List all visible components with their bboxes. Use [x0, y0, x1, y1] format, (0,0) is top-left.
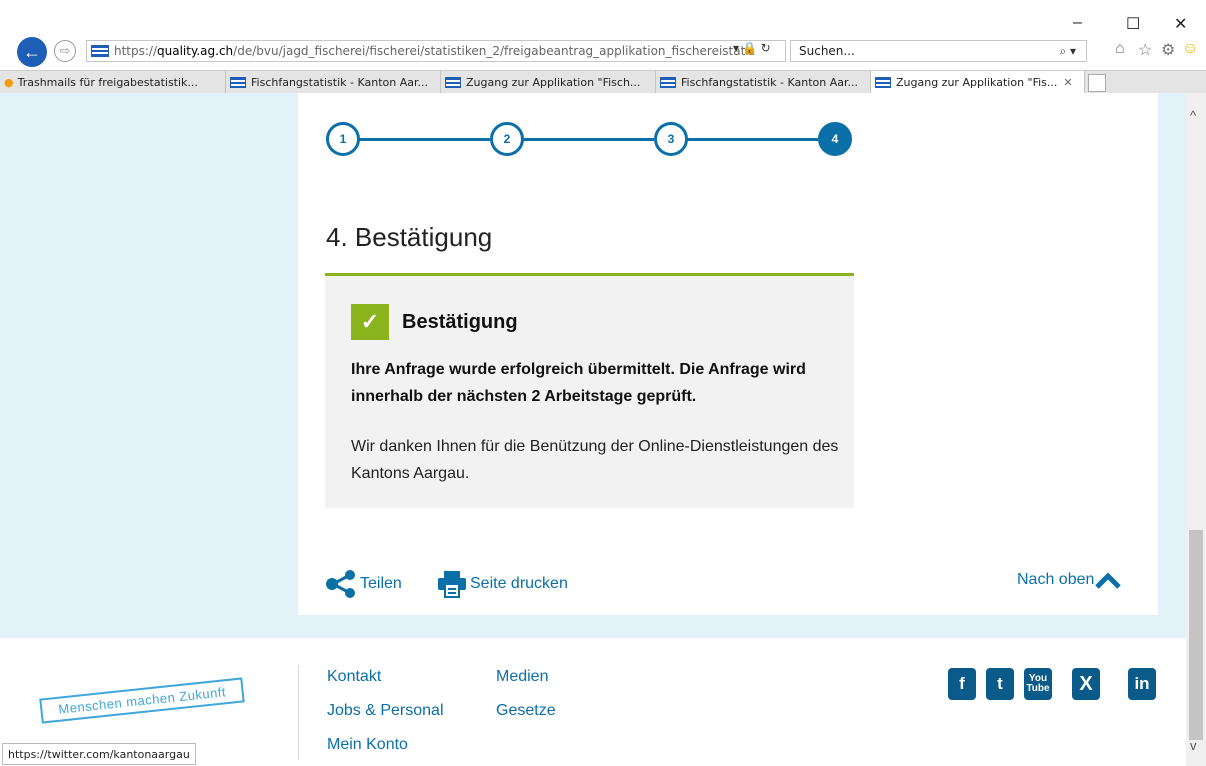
maximize-icon[interactable]: ☐: [1126, 14, 1140, 34]
url-path: /de/bvu/jagd_fischerei/fischerei/statist…: [233, 44, 755, 58]
back-to-top-label: Nach oben: [1017, 571, 1095, 588]
close-tab-icon[interactable]: ✕: [1063, 76, 1072, 89]
tab-label: Fischfangstatistik - Kanton Aar...: [681, 76, 858, 89]
page-title: 4. Bestätigung: [326, 222, 493, 252]
tab-label: Zugang zur Applikation "Fis...: [896, 76, 1058, 89]
twitter-icon[interactable]: t: [986, 668, 1014, 700]
site-icon: [91, 45, 109, 57]
back-to-top-link[interactable]: Nach oben: [1017, 570, 1122, 590]
home-icon[interactable]: ⌂: [1115, 40, 1125, 58]
footer-link-jobs[interactable]: Jobs & Personal: [327, 702, 444, 720]
lock-icon: 🔒: [742, 41, 758, 55]
tab-label: Trashmails für freigabestatistik...: [17, 76, 198, 89]
tab-fischfangstatistik-2[interactable]: Fischfangstatistik - Kanton Aar...: [656, 71, 871, 94]
tab-icon: ●: [4, 76, 14, 89]
youtube-icon[interactable]: You Tube: [1024, 668, 1052, 700]
site-icon: [230, 77, 246, 88]
tab-fischfangstatistik-1[interactable]: Fischfangstatistik - Kanton Aar...: [226, 71, 441, 94]
search-input[interactable]: Suchen... ⌕ ▾: [790, 40, 1087, 62]
step-2: 2: [490, 122, 524, 156]
step-connector: [359, 138, 490, 141]
refresh-icon[interactable]: ↻: [761, 41, 771, 55]
share-link[interactable]: Teilen: [326, 570, 402, 598]
address-bar[interactable]: https://quality.ag.ch/de/bvu/jagd_fische…: [86, 40, 786, 62]
footer-link-mein-konto[interactable]: Mein Konto: [327, 736, 408, 754]
chevron-up-icon: [1095, 572, 1122, 589]
print-label: Seite drucken: [470, 575, 568, 592]
check-icon: ✓: [351, 304, 389, 340]
linkedin-icon[interactable]: in: [1128, 668, 1156, 700]
step-connector: [523, 138, 654, 141]
step-4: 4: [818, 122, 852, 156]
address-tools[interactable]: ▾ 🔒 ↻: [733, 41, 771, 55]
print-icon: [437, 570, 467, 598]
close-window-icon[interactable]: ✕: [1174, 14, 1187, 34]
search-icon[interactable]: ⌕ ▾: [1059, 44, 1076, 59]
step-connector: [687, 138, 818, 141]
site-icon: [875, 77, 891, 88]
step-1: 1: [326, 122, 360, 156]
site-icon: [445, 77, 461, 88]
minimize-icon[interactable]: –: [1073, 14, 1082, 32]
tab-label: Fischfangstatistik - Kanton Aar...: [251, 76, 428, 89]
share-label: Teilen: [360, 575, 402, 592]
tab-zugang-active[interactable]: Zugang zur Applikation "Fis... ✕: [871, 71, 1085, 94]
forward-button[interactable]: ⇨: [54, 40, 76, 62]
tab-trashmails[interactable]: ● Trashmails für freigabestatistik...: [0, 71, 226, 94]
xing-icon[interactable]: X: [1072, 668, 1100, 700]
footer-divider: [298, 665, 299, 760]
new-tab-icon[interactable]: [1088, 74, 1106, 92]
favorites-icon[interactable]: ☆: [1138, 40, 1152, 60]
settings-icon[interactable]: ⚙: [1161, 40, 1175, 60]
footer-link-kontakt[interactable]: Kontakt: [327, 668, 381, 686]
thanks-message: Wir danken Ihnen für die Benützung der O…: [351, 438, 839, 482]
smiley-icon[interactable]: ☺: [1182, 40, 1198, 58]
back-button[interactable]: ←: [17, 37, 47, 67]
confirmation-message: Ihre Anfrage wurde erfolgreich übermitte…: [351, 361, 806, 405]
facebook-icon[interactable]: f: [948, 668, 976, 700]
scroll-down-icon[interactable]: v: [1190, 738, 1197, 753]
status-bar-url: https://twitter.com/kantonaargau: [2, 743, 196, 765]
confirmation-title: Bestätigung: [402, 311, 518, 333]
tab-label: Zugang zur Applikation "Fisch...: [466, 76, 641, 89]
share-icon: [326, 570, 356, 598]
tab-bar: ● Trashmails für freigabestatistik... Fis…: [0, 70, 1206, 94]
scrollbar-thumb[interactable]: [1189, 530, 1203, 740]
url-host: quality.ag.ch: [157, 44, 234, 58]
site-icon: [660, 77, 676, 88]
scroll-up-icon[interactable]: ^: [1190, 108, 1196, 123]
search-placeholder: Suchen...: [799, 44, 855, 58]
print-link[interactable]: Seite drucken: [437, 570, 568, 598]
footer-link-gesetze[interactable]: Gesetze: [496, 702, 556, 720]
step-3: 3: [654, 122, 688, 156]
footer-link-medien[interactable]: Medien: [496, 668, 548, 686]
tab-zugang-1[interactable]: Zugang zur Applikation "Fisch...: [441, 71, 656, 94]
url-protocol: https://: [114, 44, 158, 58]
